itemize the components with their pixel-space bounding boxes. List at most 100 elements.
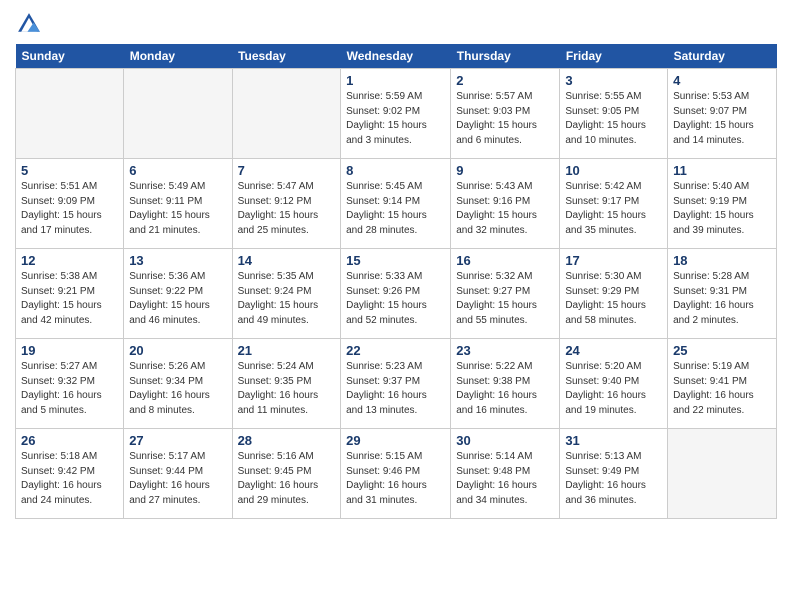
cell-info: Sunrise: 5:22 AM Sunset: 9:38 PM Dayligh… [456,360,554,418]
date-number: 15 [346,253,445,268]
cell-info: Sunrise: 5:42 AM Sunset: 9:17 PM Dayligh… [565,180,662,238]
calendar-cell: 8Sunrise: 5:45 AM Sunset: 9:14 PM Daylig… [341,159,451,249]
date-number: 24 [565,343,662,358]
calendar-cell: 9 Sunrise: 5:43 AM Sunset: 9:16 PM Daylig… [451,159,560,249]
calendar-cell: 1 Sunrise: 5:59 AM Sunset: 9:02 PM Daylig… [341,69,451,159]
calendar-cell: 10 Sunrise: 5:42 AM Sunset: 9:17 PM Dayli… [560,159,668,249]
date-number: 3 [565,73,662,88]
calendar-cell: 31 Sunrise: 5:13 AM Sunset: 9:49 PM Dayli… [560,429,668,519]
calendar-cell: 29Sunrise: 5:15 AM Sunset: 9:46 PM Dayli… [341,429,451,519]
weekday-header-sunday: Sunday [16,44,124,69]
calendar-cell: 4 Sunrise: 5:53 AM Sunset: 9:07 PM Daylig… [668,69,777,159]
cell-info: Sunrise: 5:26 AM Sunset: 9:34 PM Dayligh… [129,360,226,418]
cell-info: Sunrise: 5:27 AM Sunset: 9:32 PM Dayligh… [21,360,118,418]
cell-info: Sunrise: 5:23 AM Sunset: 9:37 PM Dayligh… [346,360,445,418]
date-number: 26 [21,433,118,448]
cell-info: Sunrise: 5:51 AM Sunset: 9:09 PM Dayligh… [21,180,118,238]
calendar-cell: 18 Sunrise: 5:28 AM Sunset: 9:31 PM Dayli… [668,249,777,339]
cell-info: Sunrise: 5:16 AM Sunset: 9:45 PM Dayligh… [238,450,336,508]
date-number: 30 [456,433,554,448]
calendar-cell: 12Sunrise: 5:38 AM Sunset: 9:21 PM Dayli… [16,249,124,339]
calendar-week-4: 19 Sunrise: 5:27 AM Sunset: 9:32 PM Dayli… [16,339,777,429]
date-number: 22 [346,343,445,358]
calendar-cell: 22 Sunrise: 5:23 AM Sunset: 9:37 PM Dayli… [341,339,451,429]
cell-info: Sunrise: 5:35 AM Sunset: 9:24 PM Dayligh… [238,270,336,328]
weekday-header-monday: Monday [124,44,232,69]
date-number: 6 [129,163,226,178]
cell-info: Sunrise: 5:19 AM Sunset: 9:41 PM Dayligh… [673,360,771,418]
calendar-cell [668,429,777,519]
cell-info: Sunrise: 5:28 AM Sunset: 9:31 PM Dayligh… [673,270,771,328]
date-number: 14 [238,253,336,268]
date-number: 16 [456,253,554,268]
cell-info: Sunrise: 5:18 AM Sunset: 9:42 PM Dayligh… [21,450,118,508]
calendar-cell: 25 Sunrise: 5:19 AM Sunset: 9:41 PM Dayli… [668,339,777,429]
date-number: 7 [238,163,336,178]
date-number: 31 [565,433,662,448]
calendar-cell: 24Sunrise: 5:20 AM Sunset: 9:40 PM Dayli… [560,339,668,429]
weekday-header-tuesday: Tuesday [232,44,341,69]
calendar-cell: 3Sunrise: 5:55 AM Sunset: 9:05 PM Daylig… [560,69,668,159]
calendar-cell: 14 Sunrise: 5:35 AM Sunset: 9:24 PM Dayli… [232,249,341,339]
cell-info: Sunrise: 5:59 AM Sunset: 9:02 PM Dayligh… [346,90,445,148]
calendar-table: SundayMondayTuesdayWednesdayThursdayFrid… [15,44,777,519]
logo-icon [15,10,43,38]
cell-info: Sunrise: 5:38 AM Sunset: 9:21 PM Dayligh… [21,270,118,328]
cell-info: Sunrise: 5:15 AM Sunset: 9:46 PM Dayligh… [346,450,445,508]
calendar-cell: 20 Sunrise: 5:26 AM Sunset: 9:34 PM Dayli… [124,339,232,429]
cell-info: Sunrise: 5:14 AM Sunset: 9:48 PM Dayligh… [456,450,554,508]
date-number: 9 [456,163,554,178]
date-number: 13 [129,253,226,268]
cell-info: Sunrise: 5:36 AM Sunset: 9:22 PM Dayligh… [129,270,226,328]
date-number: 2 [456,73,554,88]
logo [15,10,47,38]
date-number: 1 [346,73,445,88]
calendar-week-5: 26 Sunrise: 5:18 AM Sunset: 9:42 PM Dayli… [16,429,777,519]
date-number: 19 [21,343,118,358]
cell-info: Sunrise: 5:17 AM Sunset: 9:44 PM Dayligh… [129,450,226,508]
date-number: 28 [238,433,336,448]
calendar-week-2: 5Sunrise: 5:51 AM Sunset: 9:09 PM Daylig… [16,159,777,249]
calendar-cell [232,69,341,159]
calendar-cell: 2 Sunrise: 5:57 AM Sunset: 9:03 PM Daylig… [451,69,560,159]
calendar-cell: 19 Sunrise: 5:27 AM Sunset: 9:32 PM Dayli… [16,339,124,429]
date-number: 4 [673,73,771,88]
calendar-cell [124,69,232,159]
calendar-cell: 26 Sunrise: 5:18 AM Sunset: 9:42 PM Dayli… [16,429,124,519]
calendar-cell [16,69,124,159]
calendar-cell: 17Sunrise: 5:30 AM Sunset: 9:29 PM Dayli… [560,249,668,339]
weekday-header-row: SundayMondayTuesdayWednesdayThursdayFrid… [16,44,777,69]
date-number: 20 [129,343,226,358]
calendar-cell: 6 Sunrise: 5:49 AM Sunset: 9:11 PM Daylig… [124,159,232,249]
calendar-cell: 5Sunrise: 5:51 AM Sunset: 9:09 PM Daylig… [16,159,124,249]
cell-info: Sunrise: 5:43 AM Sunset: 9:16 PM Dayligh… [456,180,554,238]
cell-info: Sunrise: 5:13 AM Sunset: 9:49 PM Dayligh… [565,450,662,508]
date-number: 18 [673,253,771,268]
cell-info: Sunrise: 5:33 AM Sunset: 9:26 PM Dayligh… [346,270,445,328]
date-number: 17 [565,253,662,268]
calendar-cell: 30 Sunrise: 5:14 AM Sunset: 9:48 PM Dayli… [451,429,560,519]
page-header [15,10,777,38]
calendar-cell: 7 Sunrise: 5:47 AM Sunset: 9:12 PM Daylig… [232,159,341,249]
weekday-header-thursday: Thursday [451,44,560,69]
calendar-cell: 16 Sunrise: 5:32 AM Sunset: 9:27 PM Dayli… [451,249,560,339]
date-number: 27 [129,433,226,448]
calendar-cell: 11Sunrise: 5:40 AM Sunset: 9:19 PM Dayli… [668,159,777,249]
date-number: 10 [565,163,662,178]
cell-info: Sunrise: 5:47 AM Sunset: 9:12 PM Dayligh… [238,180,336,238]
cell-info: Sunrise: 5:49 AM Sunset: 9:11 PM Dayligh… [129,180,226,238]
calendar-cell: 13 Sunrise: 5:36 AM Sunset: 9:22 PM Dayli… [124,249,232,339]
cell-info: Sunrise: 5:32 AM Sunset: 9:27 PM Dayligh… [456,270,554,328]
cell-info: Sunrise: 5:45 AM Sunset: 9:14 PM Dayligh… [346,180,445,238]
calendar-week-1: 1 Sunrise: 5:59 AM Sunset: 9:02 PM Daylig… [16,69,777,159]
calendar-cell: 27 Sunrise: 5:17 AM Sunset: 9:44 PM Dayli… [124,429,232,519]
calendar-cell: 23Sunrise: 5:22 AM Sunset: 9:38 PM Dayli… [451,339,560,429]
cell-info: Sunrise: 5:53 AM Sunset: 9:07 PM Dayligh… [673,90,771,148]
date-number: 25 [673,343,771,358]
weekday-header-friday: Friday [560,44,668,69]
calendar-cell: 21Sunrise: 5:24 AM Sunset: 9:35 PM Dayli… [232,339,341,429]
weekday-header-saturday: Saturday [668,44,777,69]
cell-info: Sunrise: 5:57 AM Sunset: 9:03 PM Dayligh… [456,90,554,148]
calendar-cell: 28 Sunrise: 5:16 AM Sunset: 9:45 PM Dayli… [232,429,341,519]
cell-info: Sunrise: 5:40 AM Sunset: 9:19 PM Dayligh… [673,180,771,238]
